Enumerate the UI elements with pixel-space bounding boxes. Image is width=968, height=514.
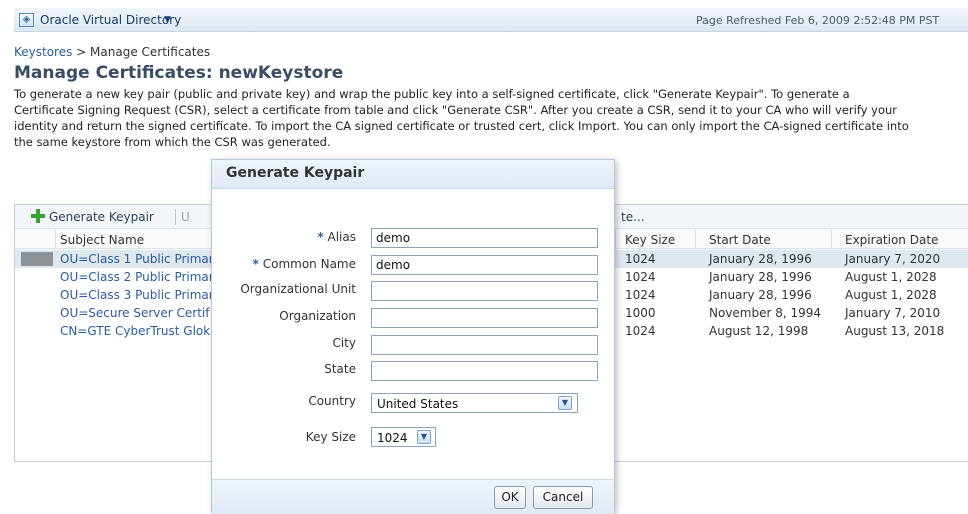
generate-csr-button[interactable]: U — [181, 210, 190, 224]
expiration-date-cell: August 1, 2028 — [845, 288, 937, 302]
subject-name-link[interactable]: OU=Class 1 Public Primar — [60, 252, 214, 266]
toolbar-divider — [175, 209, 176, 225]
dialog-header[interactable]: Generate Keypair — [212, 160, 614, 189]
app-menu-arrow-icon[interactable]: ▼ — [164, 15, 171, 25]
dialog-footer: OK Cancel — [212, 479, 614, 514]
page-title: Manage Certificates: newKeystore — [14, 63, 344, 83]
organization-input[interactable] — [371, 308, 598, 328]
org-unit-input[interactable] — [371, 281, 598, 301]
country-select[interactable]: United States ▼ — [371, 393, 578, 413]
start-date-cell: January 28, 1996 — [709, 288, 812, 302]
state-label: State — [324, 362, 356, 376]
start-date-cell: November 8, 1994 — [709, 306, 822, 320]
generate-keypair-dialog: Generate Keypair * Alias * Common Name O… — [211, 159, 615, 514]
generate-keypair-button[interactable]: Generate Keypair — [49, 210, 154, 224]
key-size-label: Key Size — [305, 430, 356, 444]
column-header-expiration-date[interactable]: Expiration Date — [845, 233, 938, 247]
key-size-select-value: 1024 — [377, 431, 408, 445]
app-icon[interactable]: ◈ — [19, 13, 34, 27]
intro-line: To generate a new key pair (public and p… — [14, 87, 850, 101]
subject-name-link[interactable]: OU=Class 2 Public Primar — [60, 270, 214, 284]
chevron-down-icon[interactable]: ▼ — [417, 430, 431, 444]
add-icon[interactable] — [31, 209, 45, 223]
column-header-key-size[interactable]: Key Size — [625, 233, 675, 247]
alias-label-text: Alias — [327, 230, 356, 244]
start-date-cell: January 28, 1996 — [709, 252, 812, 266]
common-name-input[interactable] — [371, 255, 598, 275]
app-header-bar: ◈ Oracle Virtual Directory ▼ Page Refres… — [14, 8, 968, 32]
subject-name-link[interactable]: CN=GTE CyberTrust Glok — [60, 324, 210, 338]
cancel-button[interactable]: Cancel — [533, 486, 593, 509]
key-size-cell: 1024 — [625, 252, 656, 266]
expiration-date-cell: August 1, 2028 — [845, 270, 937, 284]
breadcrumb-current: Manage Certificates — [90, 45, 211, 59]
alias-label: * Alias — [317, 230, 356, 244]
chevron-down-icon[interactable]: ▼ — [558, 396, 572, 410]
expiration-date-cell: August 13, 2018 — [845, 324, 945, 338]
column-divider — [695, 229, 696, 249]
alias-input[interactable] — [371, 228, 598, 248]
breadcrumb-keystores-link[interactable]: Keystores — [14, 45, 72, 59]
page-refreshed-text: Page Refreshed Feb 6, 2009 2:52:48 PM PS… — [696, 14, 940, 27]
country-label: Country — [308, 394, 356, 408]
subject-name-link[interactable]: OU=Secure Server Certif — [60, 306, 209, 320]
column-divider — [831, 229, 832, 249]
required-marker: * — [317, 230, 324, 244]
key-size-cell: 1024 — [625, 270, 656, 284]
city-label: City — [332, 336, 356, 350]
key-size-cell: 1000 — [625, 306, 656, 320]
row-selector[interactable] — [21, 252, 53, 266]
dialog-title: Generate Keypair — [226, 165, 365, 181]
subject-name-link[interactable]: OU=Class 3 Public Primar — [60, 288, 214, 302]
start-date-cell: August 12, 1998 — [709, 324, 809, 338]
common-name-label-text: Common Name — [262, 257, 356, 271]
column-header-subject-name[interactable]: Subject Name — [60, 233, 144, 247]
country-select-value: United States — [377, 397, 459, 411]
column-header-start-date[interactable]: Start Date — [709, 233, 771, 247]
column-divider — [55, 229, 56, 249]
organization-label: Organization — [279, 309, 356, 323]
common-name-label: * Common Name — [253, 257, 356, 271]
intro-line: Certificate Signing Request (CSR), selec… — [14, 103, 898, 117]
breadcrumb-separator: > — [72, 45, 91, 59]
intro-text: To generate a new key pair (public and p… — [14, 86, 968, 150]
key-size-cell: 1024 — [625, 288, 656, 302]
key-size-cell: 1024 — [625, 324, 656, 338]
app-title[interactable]: Oracle Virtual Directory — [40, 13, 181, 27]
breadcrumb: Keystores > Manage Certificates — [14, 45, 210, 59]
org-unit-label: Organizational Unit — [240, 282, 356, 296]
state-input[interactable] — [371, 361, 598, 381]
intro-line: the same keystore from which the CSR was… — [14, 135, 331, 149]
ok-button[interactable]: OK — [494, 486, 526, 509]
import-button[interactable]: te... — [621, 210, 645, 224]
required-marker: * — [252, 257, 259, 271]
start-date-cell: January 28, 1996 — [709, 270, 812, 284]
key-size-select[interactable]: 1024 ▼ — [371, 427, 436, 447]
expiration-date-cell: January 7, 2010 — [845, 306, 941, 320]
city-input[interactable] — [371, 335, 598, 355]
intro-line: identity and return the signed certifica… — [14, 119, 909, 133]
column-divider — [615, 229, 616, 249]
expiration-date-cell: January 7, 2020 — [845, 252, 941, 266]
